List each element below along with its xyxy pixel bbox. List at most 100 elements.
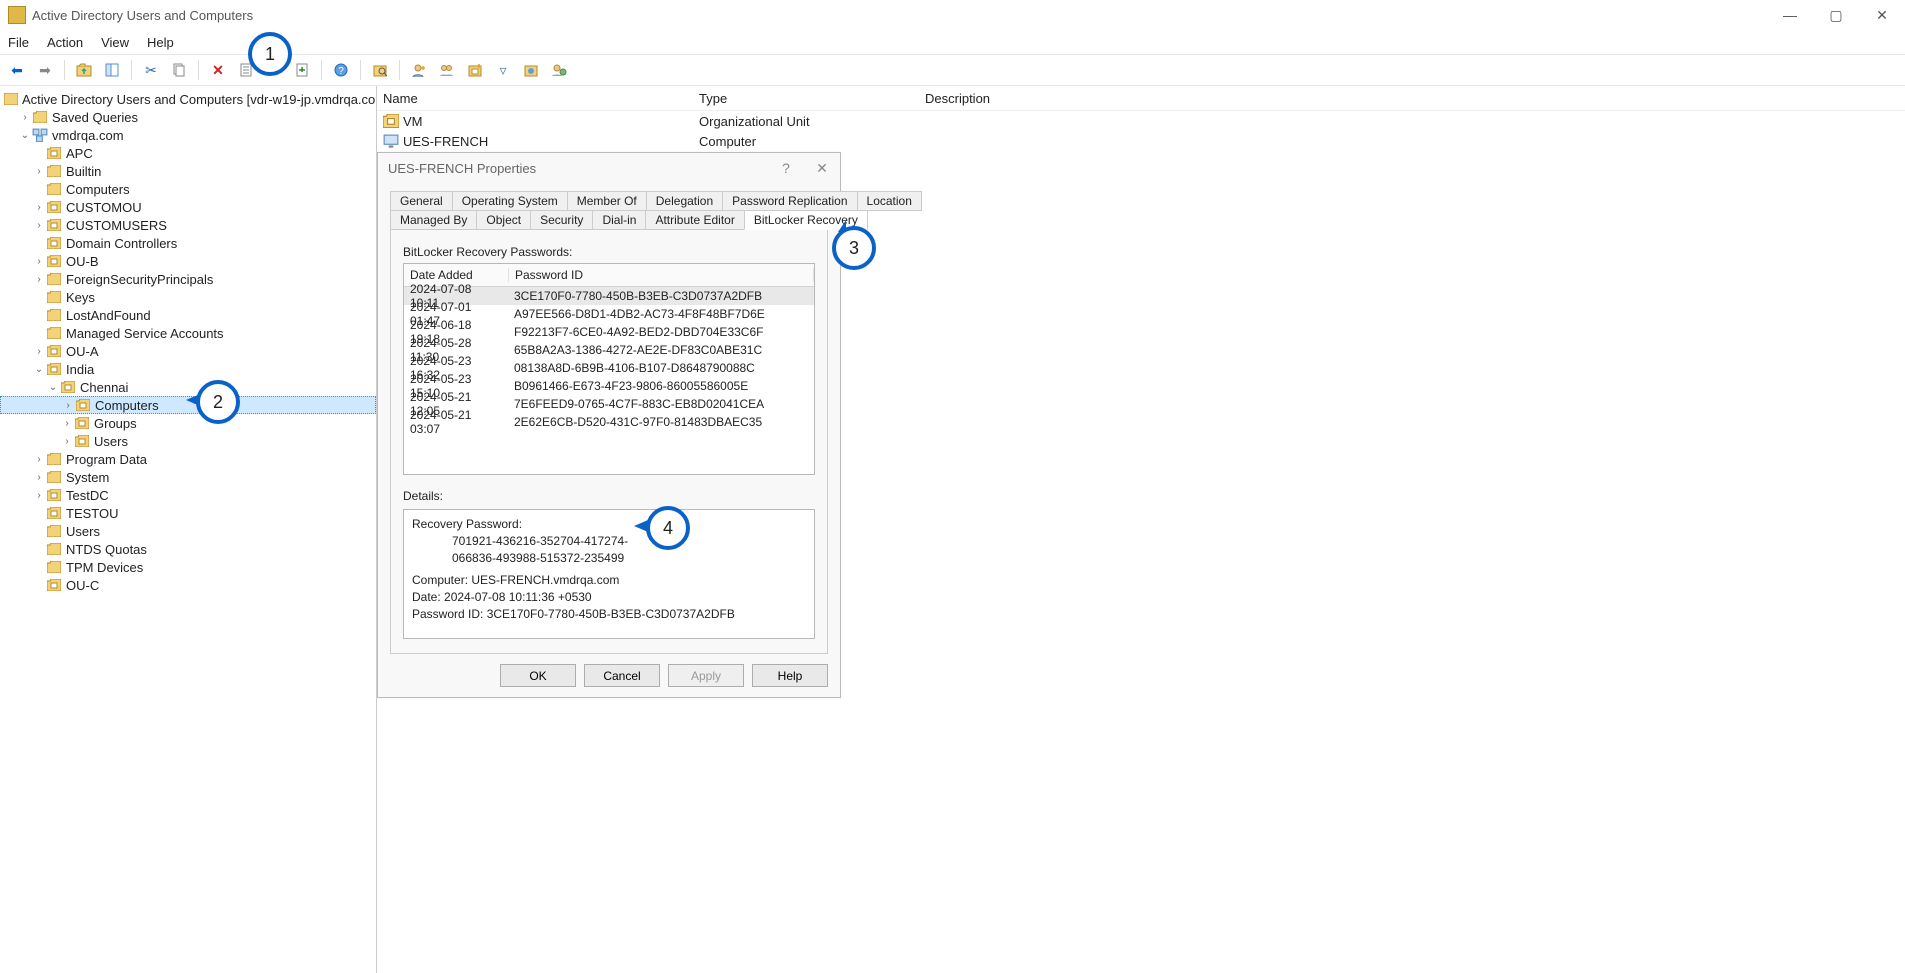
tree-item[interactable]: APC — [0, 144, 376, 162]
dialog-help-icon[interactable]: ? — [768, 153, 804, 183]
ou-icon — [383, 114, 399, 128]
tree-item[interactable]: TESTOU — [0, 504, 376, 522]
col-type[interactable]: Type — [699, 91, 925, 106]
menu-action[interactable]: Action — [47, 35, 83, 50]
tab[interactable]: Dial-in — [592, 210, 646, 230]
folder-icon — [46, 470, 62, 484]
tree-item[interactable]: ›ForeignSecurityPrincipals — [0, 270, 376, 288]
tree-item[interactable]: ›Builtin — [0, 162, 376, 180]
window-title: Active Directory Users and Computers — [32, 8, 253, 23]
query-icon[interactable] — [520, 59, 542, 81]
help-icon[interactable]: ? — [330, 59, 352, 81]
ou-icon — [60, 380, 76, 394]
tree-item[interactable]: TPM Devices — [0, 558, 376, 576]
grid-col-date[interactable]: Date Added — [404, 268, 509, 282]
grid-col-pwd[interactable]: Password ID — [509, 268, 814, 282]
tree-item-groups[interactable]: ›Groups — [0, 414, 376, 432]
tree-item[interactable]: Keys — [0, 288, 376, 306]
tree-item[interactable]: OU-C — [0, 576, 376, 594]
tree-item[interactable]: Users — [0, 522, 376, 540]
content-pane: Name Type Description VMOrganizational U… — [377, 86, 1905, 973]
cut-icon[interactable]: ✂ — [140, 59, 162, 81]
folder-icon — [46, 524, 62, 538]
col-name[interactable]: Name — [383, 91, 699, 106]
tree-item[interactable]: ⌄India — [0, 360, 376, 378]
tree-item[interactable]: NTDS Quotas — [0, 540, 376, 558]
apply-button[interactable]: Apply — [668, 664, 744, 687]
menu-view[interactable]: View — [101, 35, 129, 50]
filter-icon[interactable]: ▿ — [492, 59, 514, 81]
tab[interactable]: Managed By — [390, 210, 477, 230]
callout-4: 4 — [646, 506, 690, 550]
details-computer: Computer: UES-FRENCH.vmdrqa.com — [412, 572, 806, 589]
callout-3: 3 — [832, 226, 876, 270]
forward-icon[interactable]: ➡ — [34, 59, 56, 81]
col-desc[interactable]: Description — [925, 91, 1899, 106]
folder-icon — [46, 308, 62, 322]
delete-icon[interactable]: ✕ — [207, 59, 229, 81]
cancel-button[interactable]: Cancel — [584, 664, 660, 687]
ou-icon — [46, 578, 62, 592]
tree-item[interactable]: ›CUSTOMUSERS — [0, 216, 376, 234]
tree-item[interactable]: ›Program Data — [0, 450, 376, 468]
copy-icon[interactable] — [168, 59, 190, 81]
tree-root[interactable]: Active Directory Users and Computers [vd… — [0, 90, 376, 108]
folder-icon — [46, 542, 62, 556]
grid-row[interactable]: 2024-05-21 03:072E62E6CB-D520-431C-97F0-… — [404, 413, 814, 431]
list-row[interactable]: UES-FRENCHComputer — [377, 131, 1905, 151]
tab[interactable]: Delegation — [646, 191, 723, 211]
menu-file[interactable]: File — [8, 35, 29, 50]
ok-button[interactable]: OK — [500, 664, 576, 687]
new-group-icon[interactable] — [436, 59, 458, 81]
tree-item[interactable]: LostAndFound — [0, 306, 376, 324]
title-bar: Active Directory Users and Computers — ▢… — [0, 0, 1905, 30]
show-hide-tree-icon[interactable] — [101, 59, 123, 81]
recovery-password-label: Recovery Password: — [412, 516, 806, 533]
tree-item[interactable]: ›CUSTOMOU — [0, 198, 376, 216]
tab[interactable]: Object — [476, 210, 531, 230]
ou-icon — [46, 506, 62, 520]
tab[interactable]: General — [390, 191, 453, 211]
domain-icon — [32, 128, 48, 142]
tab[interactable]: Operating System — [452, 191, 568, 211]
export-list-icon[interactable] — [291, 59, 313, 81]
details-box[interactable]: Recovery Password: 701921-436216-352704-… — [403, 509, 815, 639]
window-controls: — ▢ ✕ — [1767, 0, 1905, 30]
find-icon[interactable] — [369, 59, 391, 81]
back-icon[interactable]: ⬅ — [6, 59, 28, 81]
tab[interactable]: Security — [530, 210, 593, 230]
tree-domain[interactable]: ⌄ vmdrqa.com — [0, 126, 376, 144]
up-folder-icon[interactable] — [73, 59, 95, 81]
tree-item[interactable]: ›System — [0, 468, 376, 486]
dialog-close-icon[interactable]: ✕ — [804, 153, 840, 183]
tab[interactable]: Password Replication — [722, 191, 857, 211]
ou-icon — [46, 362, 62, 376]
tree-item[interactable]: Domain Controllers — [0, 234, 376, 252]
ou-icon — [46, 254, 62, 268]
dialog-title-bar[interactable]: UES-FRENCH Properties ? ✕ — [378, 153, 840, 183]
close-button[interactable]: ✕ — [1859, 0, 1905, 30]
minimize-button[interactable]: — — [1767, 0, 1813, 30]
ou-icon — [74, 416, 90, 430]
list-row[interactable]: VMOrganizational Unit — [377, 111, 1905, 131]
menu-help[interactable]: Help — [147, 35, 174, 50]
tree-item[interactable]: Managed Service Accounts — [0, 324, 376, 342]
folder-icon — [46, 290, 62, 304]
new-user-icon[interactable] — [408, 59, 430, 81]
tree-item[interactable]: Computers — [0, 180, 376, 198]
add-to-group-icon[interactable] — [548, 59, 570, 81]
tab[interactable]: Member Of — [567, 191, 647, 211]
help-button[interactable]: Help — [752, 664, 828, 687]
passwords-grid[interactable]: Date Added Password ID 2024-07-08 10:113… — [403, 263, 815, 475]
app-icon — [8, 6, 26, 24]
tree-item[interactable]: ›TestDC — [0, 486, 376, 504]
new-ou-icon[interactable] — [464, 59, 486, 81]
tree-saved-queries[interactable]: › Saved Queries — [0, 108, 376, 126]
tree-item[interactable]: ›OU-A — [0, 342, 376, 360]
tab[interactable]: Attribute Editor — [645, 210, 744, 230]
tree-pane[interactable]: Active Directory Users and Computers [vd… — [0, 86, 377, 973]
maximize-button[interactable]: ▢ — [1813, 0, 1859, 30]
tab[interactable]: Location — [857, 191, 922, 211]
tree-item[interactable]: ›OU-B — [0, 252, 376, 270]
tree-item-users[interactable]: ›Users — [0, 432, 376, 450]
